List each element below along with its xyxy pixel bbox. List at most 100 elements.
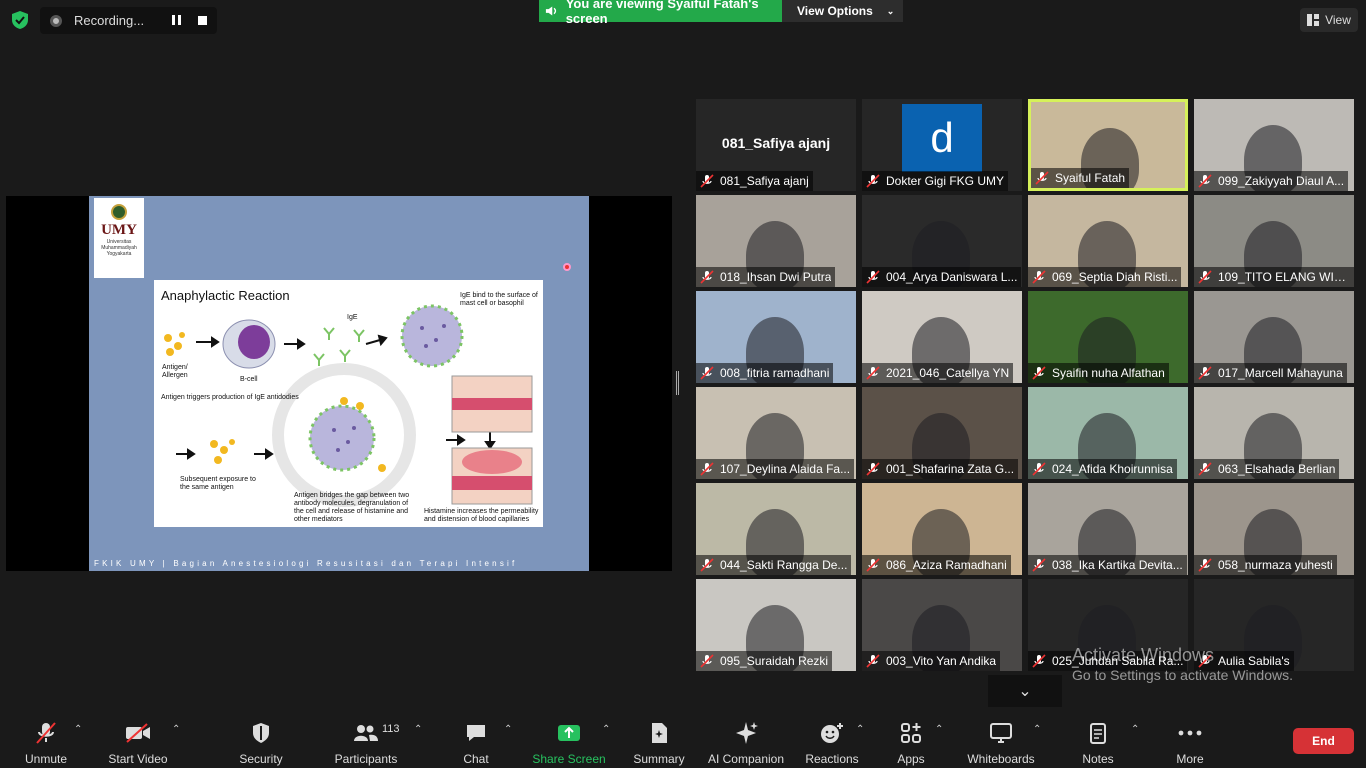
participant-tile[interactable]: 095_Suraidah Rezki (696, 579, 856, 671)
apps-icon (901, 723, 921, 743)
view-button[interactable]: View (1300, 8, 1358, 32)
presentation-slide: UMY Universitas Muhammadiyah Yogyakarta … (89, 196, 589, 571)
chevron-down-icon: ⌄ (886, 5, 895, 16)
label-histamine: Histamine increases the permeability and… (424, 508, 539, 523)
participant-tile[interactable]: 044_Sakti Rangga De... (696, 483, 856, 575)
notes-button[interactable]: Notes (1080, 712, 1116, 768)
participant-tile[interactable]: 017_Marcell Mahayuna (1194, 291, 1354, 383)
unmute-button[interactable]: Unmute (20, 712, 72, 768)
participants-button[interactable]: Participants (332, 712, 400, 768)
notes-options-caret[interactable]: ⌃ (1131, 724, 1139, 735)
pause-recording-icon[interactable] (170, 14, 182, 27)
more-participants-button[interactable]: ⌄ (988, 675, 1062, 707)
participant-tile[interactable]: 024_Afida Khoirunnisa (1028, 387, 1188, 479)
participants-label: Participants (334, 752, 398, 766)
shield-icon[interactable] (10, 10, 30, 30)
participant-name-bar: 107_Deylina Alaida Fa... (696, 459, 855, 479)
participant-display-name: 081_Safiya ajanj (721, 135, 831, 151)
participant-count: 113 (382, 723, 400, 735)
mic-muted-icon (866, 462, 880, 476)
apps-button[interactable]: Apps (896, 712, 926, 768)
participant-name-bar: 003_Vito Yan Andika (862, 651, 1001, 671)
mic-muted-icon (700, 654, 714, 668)
participant-name: 099_Zakiyyah Diaul A... (1218, 174, 1345, 188)
participant-name: 003_Vito Yan Andika (886, 654, 997, 668)
ai-sparkle-icon (736, 722, 758, 744)
chat-button[interactable]: Chat (460, 712, 492, 768)
participant-tile[interactable]: 018_Ihsan Dwi Putra (696, 195, 856, 287)
participant-name: 024_Afida Khoirunnisa (1052, 462, 1173, 476)
participant-tile[interactable]: 109_TITO ELANG WIBI... (1194, 195, 1354, 287)
participant-name: Syaiful Fatah (1055, 171, 1126, 185)
participant-tile[interactable]: 063_Elsahada Berlian (1194, 387, 1354, 479)
participant-name: 004_Arya Daniswara L... (886, 270, 1018, 284)
share-screen-button[interactable]: Share Screen (532, 712, 606, 768)
participant-tile[interactable]: 107_Deylina Alaida Fa... (696, 387, 856, 479)
participant-tile[interactable]: 099_Zakiyyah Diaul A... (1194, 99, 1354, 191)
resize-handle[interactable] (676, 371, 679, 395)
mic-muted-icon (1198, 462, 1212, 476)
mic-muted-icon (1198, 270, 1212, 284)
label-ige: IgE (347, 314, 358, 321)
participant-tile[interactable]: 008_fitria ramadhani (696, 291, 856, 383)
speaker-icon (545, 6, 557, 16)
participant-name-bar: 024_Afida Khoirunnisa (1028, 459, 1177, 479)
label-ige-surface: IgE bind to the surface of mast cell or … (460, 292, 538, 307)
participant-name-bar: 2021_046_Catellya YN (862, 363, 1014, 383)
audio-options-caret[interactable]: ⌃ (74, 724, 82, 735)
ai-companion-button[interactable]: AI Companion (706, 712, 786, 768)
mic-muted-icon (866, 270, 880, 284)
mic-muted-icon (1198, 366, 1212, 380)
grid-view-icon (1307, 14, 1320, 26)
participant-tile[interactable]: 001_Shafarina Zata G... (862, 387, 1022, 479)
whiteboards-options-caret[interactable]: ⌃ (1033, 724, 1041, 735)
reactions-options-caret[interactable]: ⌃ (856, 724, 864, 735)
reactions-button[interactable]: Reactions (805, 712, 859, 768)
view-button-label: View (1325, 13, 1351, 27)
security-button[interactable]: Security (236, 712, 286, 768)
participant-name-bar: 069_Septia Diah Risti... (1028, 267, 1182, 287)
view-options-button[interactable]: View Options ⌄ (782, 0, 903, 22)
viewing-banner-text: You are viewing Syaiful Fatah's screen (565, 0, 759, 26)
participant-tile[interactable]: Syaiful Fatah (1028, 99, 1188, 191)
participant-tile[interactable]: 086_Aziza Ramadhani (862, 483, 1022, 575)
more-dots-icon (1178, 730, 1202, 736)
summary-button[interactable]: Summary (630, 712, 688, 768)
participant-name-bar: Syaiful Fatah (1031, 168, 1130, 188)
participant-tile[interactable]: d Dokter Gigi FKG UMY (862, 99, 1022, 191)
mic-muted-icon (866, 558, 880, 572)
participant-tile[interactable]: Syaifin nuha Alfathan (1028, 291, 1188, 383)
participant-name: 2021_046_Catellya YN (886, 366, 1010, 380)
participants-options-caret[interactable]: ⌃ (414, 724, 422, 735)
slide-footer: FKIK UMY | Bagian Anestesiologi Resusita… (94, 559, 518, 568)
participant-tile[interactable]: 081_Safiya ajanj 081_Safiya ajanj (696, 99, 856, 191)
chevron-down-icon: ⌄ (1018, 683, 1032, 700)
view-options-label: View Options (797, 4, 873, 18)
participant-tile[interactable]: 2021_046_Catellya YN (862, 291, 1022, 383)
participant-name: 081_Safiya ajanj (720, 174, 809, 188)
participant-tile[interactable]: 038_Ika Kartika Devita... (1028, 483, 1188, 575)
start-video-button[interactable]: Start Video (106, 712, 170, 768)
apps-options-caret[interactable]: ⌃ (935, 724, 943, 735)
end-meeting-button[interactable]: End (1293, 728, 1354, 754)
mic-muted-icon (36, 722, 56, 744)
more-button[interactable]: More (1172, 712, 1208, 768)
share-options-caret[interactable]: ⌃ (602, 724, 610, 735)
chat-options-caret[interactable]: ⌃ (504, 724, 512, 735)
participant-tile[interactable]: 003_Vito Yan Andika (862, 579, 1022, 671)
stop-recording-icon[interactable] (198, 16, 207, 25)
participant-tile[interactable]: 058_nurmaza yuhesti (1194, 483, 1354, 575)
participant-tile[interactable]: 069_Septia Diah Risti... (1028, 195, 1188, 287)
whiteboards-button[interactable]: Whiteboards (964, 712, 1038, 768)
participant-name-bar: 008_fitria ramadhani (696, 363, 834, 383)
video-options-caret[interactable]: ⌃ (172, 724, 180, 735)
shared-screen[interactable]: UMY Universitas Muhammadiyah Yogyakarta … (6, 196, 672, 571)
ai-companion-label: AI Companion (707, 752, 785, 766)
label-antigen: Antigen/ Allergen (162, 364, 188, 379)
top-bar: Recording... You are viewing Syaiful Fat… (0, 0, 1366, 40)
mic-muted-icon (700, 366, 714, 380)
activate-line-1: Activate Windows (1072, 645, 1215, 665)
notes-label: Notes (1082, 752, 1114, 766)
participant-tile[interactable]: 004_Arya Daniswara L... (862, 195, 1022, 287)
recording-dot-icon (50, 14, 62, 27)
